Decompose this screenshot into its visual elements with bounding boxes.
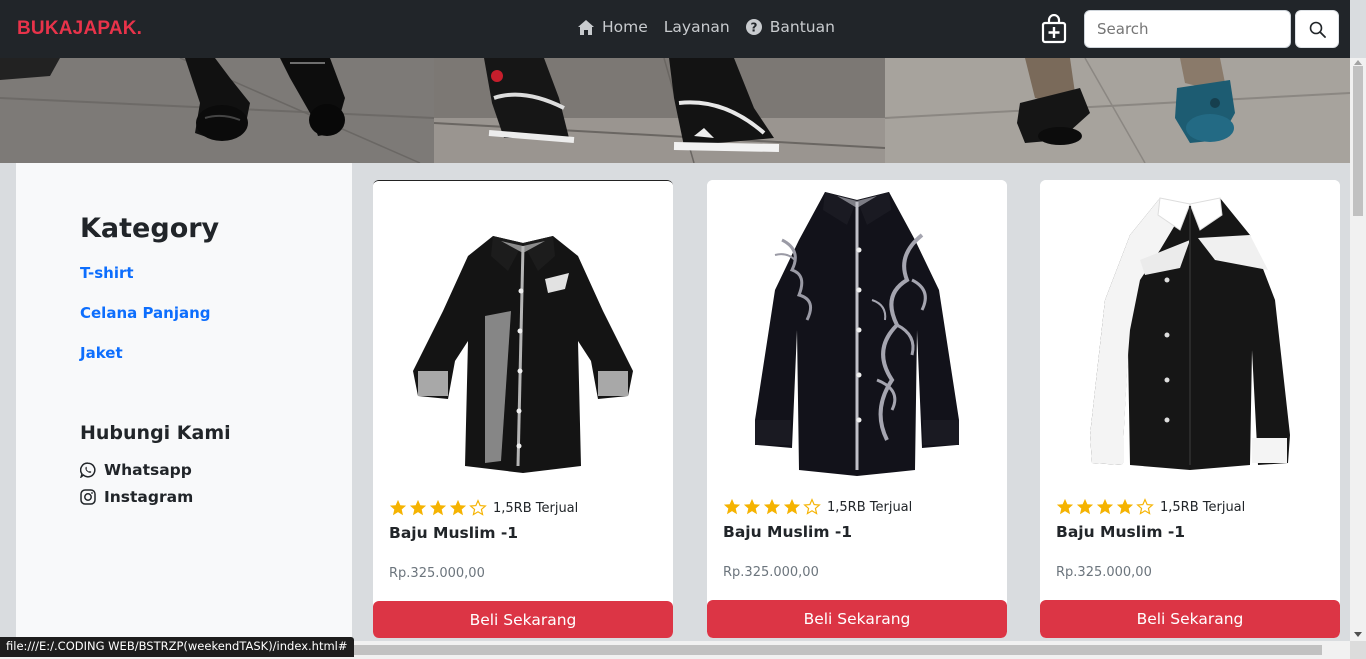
product-rating: 1,5RB Terjual	[389, 499, 578, 517]
category-link-tshirt[interactable]: T-shirt	[80, 264, 134, 282]
nav-links: Home Layanan ? Bantuan	[578, 18, 851, 36]
scroll-up-arrow-icon[interactable]	[1354, 60, 1362, 65]
star-filled-icon	[1096, 498, 1114, 515]
star-empty-icon	[469, 499, 487, 516]
contact-instagram-label: Instagram	[104, 488, 194, 506]
brand-logo[interactable]: BUKAJAPAK.	[17, 18, 142, 40]
hero-image-3	[885, 58, 1350, 163]
star-filled-icon	[723, 498, 741, 515]
contact-whatsapp-link[interactable]: Whatsapp	[80, 461, 192, 479]
star-filled-icon	[429, 499, 447, 516]
contact-heading: Hubungi Kami	[80, 422, 231, 444]
scrollbar-corner	[1350, 641, 1366, 659]
nav-layanan-label: Layanan	[663, 18, 730, 36]
sold-count: 1,5RB Terjual	[1160, 499, 1246, 515]
product-rating: 1,5RB Terjual	[1056, 498, 1245, 516]
horizontal-scrollbar-thumb[interactable]	[322, 645, 1322, 655]
product-title: Baju Muslim -1	[723, 523, 853, 541]
question-circle-icon: ?	[745, 19, 762, 35]
instagram-icon	[80, 489, 96, 505]
buy-now-button[interactable]: Beli Sekarang	[1040, 600, 1340, 638]
product-card: 1,5RB Terjual Baju Muslim -1 Rp.325.000,…	[707, 180, 1007, 638]
link-status-bar: file:///E:/.CODING WEB/BSTRZP(weekendTAS…	[0, 637, 354, 657]
product-price: Rp.325.000,00	[723, 565, 819, 580]
product-price: Rp.325.000,00	[1056, 565, 1152, 580]
nav-bantuan-link[interactable]: ? Bantuan	[745, 18, 835, 36]
search-icon	[1309, 21, 1326, 38]
home-icon	[578, 19, 594, 35]
product-image-shirt[interactable]	[1040, 180, 1340, 480]
star-filled-icon	[743, 498, 761, 515]
buy-now-button[interactable]: Beli Sekarang	[373, 601, 673, 638]
sold-count: 1,5RB Terjual	[493, 500, 579, 516]
scroll-down-arrow-icon[interactable]	[1354, 632, 1362, 637]
product-rating: 1,5RB Terjual	[723, 498, 912, 516]
hero-image-1	[0, 58, 434, 163]
sold-count: 1,5RB Terjual	[827, 499, 913, 515]
product-title: Baju Muslim -1	[389, 524, 519, 542]
star-filled-icon	[1056, 498, 1074, 515]
product-card: 1,5RB Terjual Baju Muslim -1 Rp.325.000,…	[1040, 180, 1340, 638]
nav-bantuan-label: Bantuan	[769, 18, 835, 36]
whatsapp-icon	[80, 462, 96, 478]
product-image-shirt[interactable]	[707, 180, 1007, 480]
product-price: Rp.325.000,00	[389, 566, 485, 581]
product-card: 1,5RB Terjual Baju Muslim -1 Rp.325.000,…	[373, 180, 673, 638]
category-link-jaket[interactable]: Jaket	[80, 344, 123, 362]
hero-banner	[0, 58, 1350, 163]
product-image-shirt[interactable]	[373, 181, 673, 481]
star-filled-icon	[1116, 498, 1134, 515]
search-button[interactable]	[1295, 10, 1339, 48]
nav-home-label: Home	[602, 18, 648, 36]
star-filled-icon	[449, 499, 467, 516]
bag-plus-icon	[1041, 13, 1067, 44]
star-filled-icon	[783, 498, 801, 515]
search-input[interactable]	[1084, 10, 1291, 48]
star-filled-icon	[389, 499, 407, 516]
buy-now-button[interactable]: Beli Sekarang	[707, 600, 1007, 638]
vertical-scrollbar[interactable]	[1350, 58, 1366, 659]
category-link-celana-panjang[interactable]: Celana Panjang	[80, 304, 211, 322]
svg-text:?: ?	[750, 21, 757, 35]
nav-home-link[interactable]: Home	[578, 18, 648, 36]
star-filled-icon	[409, 499, 427, 516]
contact-whatsapp-label: Whatsapp	[104, 461, 192, 479]
star-filled-icon	[763, 498, 781, 515]
hero-image-2	[434, 58, 885, 163]
star-empty-icon	[1136, 498, 1154, 515]
product-title: Baju Muslim -1	[1056, 523, 1186, 541]
scrollbar-thumb[interactable]	[1353, 66, 1363, 216]
star-empty-icon	[803, 498, 821, 515]
contact-instagram-link[interactable]: Instagram	[80, 488, 193, 506]
sidebar: Kategory T-shirt Celana Panjang Jaket Hu…	[16, 163, 352, 641]
navbar: BUKAJAPAK. Home Layanan ? Bantuan	[0, 0, 1350, 58]
star-filled-icon	[1076, 498, 1094, 515]
nav-layanan-link[interactable]: Layanan	[664, 18, 730, 36]
cart-button[interactable]	[1040, 13, 1068, 44]
category-heading: Kategory	[80, 213, 220, 244]
